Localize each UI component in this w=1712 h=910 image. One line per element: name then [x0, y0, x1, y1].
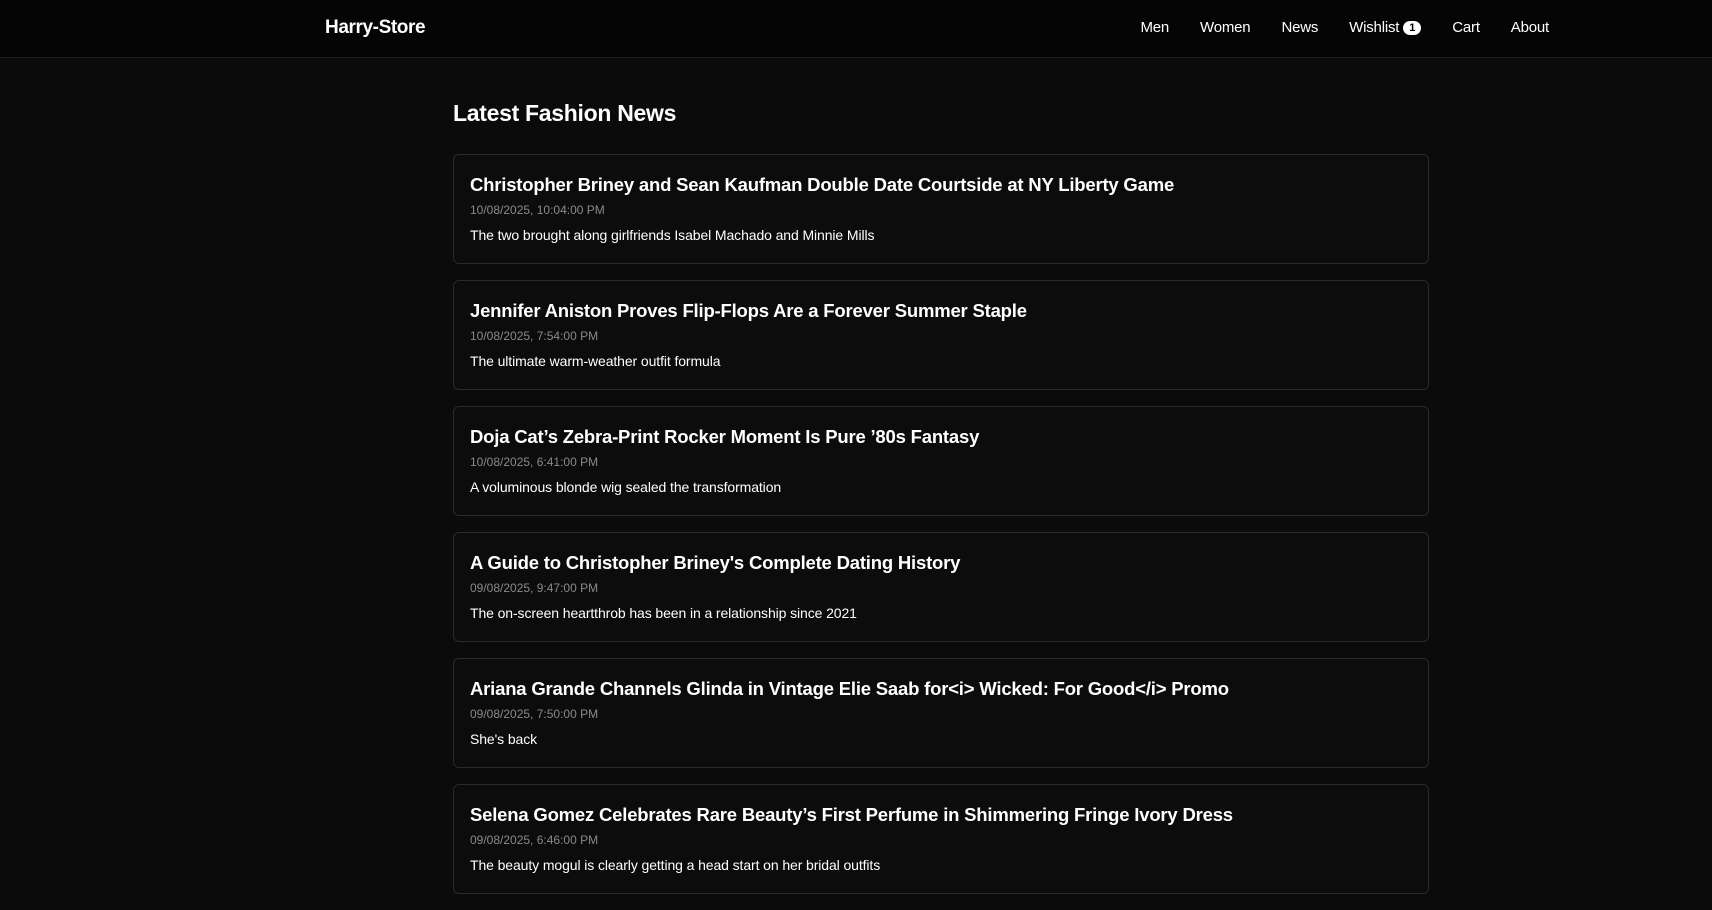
nav-link-about[interactable]: About [1511, 19, 1549, 36]
nav-link-wishlist[interactable]: Wishlist 1 [1349, 19, 1422, 36]
news-title: Jennifer Aniston Proves Flip-Flops Are a… [470, 300, 1027, 321]
news-summary: The two brought along girlfriends Isabel… [470, 227, 875, 243]
top-navbar: Harry-Store Men Women News Wishlist 1 Ca… [0, 0, 1712, 58]
news-card[interactable]: Selena Gomez Celebrates Rare Beauty’s Fi… [453, 784, 1429, 894]
news-card[interactable]: Ariana Grande Channels Glinda in Vintage… [453, 658, 1429, 768]
news-summary: A voluminous blonde wig sealed the trans… [470, 479, 782, 495]
news-summary: She's back [470, 731, 538, 747]
nav-link-men[interactable]: Men [1140, 19, 1169, 36]
news-date: 09/08/2025, 7:50:00 PM [470, 707, 599, 721]
news-list: Christopher Briney and Sean Kaufman Doub… [453, 154, 1429, 910]
news-title: Doja Cat’s Zebra-Print Rocker Moment Is … [470, 426, 980, 447]
news-card[interactable]: Jennifer Aniston Proves Flip-Flops Are a… [453, 280, 1429, 390]
page-title: Latest Fashion News [453, 100, 677, 126]
nav-link-news[interactable]: News [1281, 19, 1318, 36]
news-summary: The beauty mogul is clearly getting a he… [470, 857, 881, 873]
news-date: 09/08/2025, 9:47:00 PM [470, 581, 599, 595]
nav-link-women[interactable]: Women [1200, 19, 1251, 36]
wishlist-count-badge: 1 [1403, 20, 1422, 35]
news-title: Selena Gomez Celebrates Rare Beauty’s Fi… [470, 804, 1233, 825]
news-date: 10/08/2025, 7:54:00 PM [470, 329, 599, 343]
main-content: Latest Fashion News Christopher Briney a… [453, 100, 1429, 910]
news-summary: The on-screen heartthrob has been in a r… [470, 605, 857, 621]
nav-links: Men Women News Wishlist 1 Cart About [1140, 19, 1549, 36]
news-card[interactable]: Doja Cat’s Zebra-Print Rocker Moment Is … [453, 406, 1429, 516]
news-summary: The ultimate warm-weather outfit formula [470, 353, 721, 369]
news-title: A Guide to Christopher Briney's Complete… [470, 552, 961, 573]
news-card[interactable]: A Guide to Christopher Briney's Complete… [453, 532, 1429, 642]
news-title: Ariana Grande Channels Glinda in Vintage… [470, 678, 1229, 699]
nav-link-cart[interactable]: Cart [1452, 19, 1480, 36]
news-date: 10/08/2025, 10:04:00 PM [470, 203, 605, 217]
brand-logo[interactable]: Harry-Store [325, 17, 426, 39]
news-card[interactable]: Christopher Briney and Sean Kaufman Doub… [453, 154, 1429, 264]
news-date: 10/08/2025, 6:41:00 PM [470, 455, 599, 469]
news-date: 09/08/2025, 6:46:00 PM [470, 833, 599, 847]
wishlist-label: Wishlist [1349, 19, 1400, 36]
news-title: Christopher Briney and Sean Kaufman Doub… [470, 174, 1175, 195]
